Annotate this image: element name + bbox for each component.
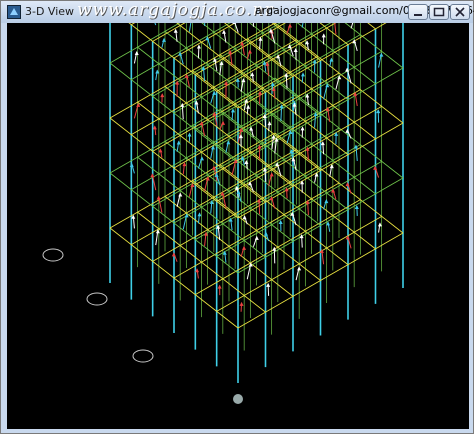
load-arrow-head [171, 252, 176, 257]
load-arrow-head [324, 199, 329, 204]
load-arrow-head [379, 52, 384, 57]
load-arrow-head [242, 245, 247, 250]
load-arrow-head [320, 141, 325, 146]
load-arrow-head [129, 162, 134, 167]
load-arrow-head [266, 282, 271, 287]
close-icon [455, 7, 465, 17]
load-arrow-head [297, 266, 302, 271]
load-arrow-head [250, 72, 255, 77]
minimize-icon [414, 14, 422, 16]
load-arrow-head [156, 195, 161, 200]
load-arrow-head [246, 104, 251, 109]
load-arrow-head [200, 156, 205, 161]
close-button[interactable] [450, 4, 470, 20]
3d-view-window: 3-D View www.argajogja.co.nr argajogjaco… [0, 0, 474, 434]
load-arrow-head [134, 50, 139, 55]
load-arrow-head [221, 120, 226, 125]
load-arrow-head [288, 23, 293, 28]
grid-bubble [86, 292, 108, 306]
load-arrow-head [334, 131, 339, 136]
load-arrow-head [197, 212, 202, 217]
load-arrow-head [321, 33, 326, 38]
load-arrow-head [196, 44, 201, 49]
structure-3d-model[interactable] [7, 23, 469, 429]
maximize-icon [433, 7, 445, 17]
load-arrow-head [337, 75, 342, 80]
load-arrow-head [345, 182, 350, 187]
load-arrow-head [178, 192, 183, 197]
load-arrow-head [217, 284, 222, 289]
3d-model-viewport[interactable] [7, 23, 469, 429]
load-arrow-head [293, 48, 298, 53]
load-arrow-head [269, 172, 274, 177]
load-arrow-head [232, 23, 237, 24]
load-arrow-head [305, 93, 310, 98]
title-bar[interactable]: 3-D View www.argajogja.co.nr argajogjaco… [1, 0, 474, 23]
load-arrow-head [263, 231, 268, 236]
watermark-text: www.argajogja.co.nr [77, 0, 274, 20]
load-arrow [334, 23, 337, 35]
load-arrow-head [241, 78, 246, 83]
load-arrow-head [301, 72, 306, 77]
load-arrow-head [224, 81, 229, 86]
grid-bubble [132, 349, 154, 363]
load-arrow-head [267, 121, 272, 126]
minimize-button[interactable] [408, 4, 428, 20]
load-arrow-head [162, 37, 167, 42]
load-arrow-head [160, 93, 165, 98]
load-arrow-head [254, 235, 259, 240]
load-arrow-head [212, 90, 217, 95]
load-arrow-head [150, 173, 155, 178]
load-arrow-head [187, 132, 192, 137]
load-arrow-head [345, 235, 350, 240]
load-arrow [154, 23, 157, 26]
load-arrow-head [220, 191, 225, 196]
3d-view-app-icon [7, 5, 21, 19]
origin-marker [233, 394, 243, 404]
load-arrow-head [247, 49, 252, 54]
load-arrow-head [240, 41, 245, 46]
window-title: 3-D View [25, 5, 75, 18]
grid-bubble [42, 248, 64, 262]
maximize-button[interactable] [429, 4, 449, 20]
load-arrow-head [376, 109, 381, 114]
load-arrow-head [239, 301, 244, 306]
load-arrow-head [242, 215, 247, 220]
load-arrow-head [258, 36, 263, 41]
load-arrow [188, 23, 192, 32]
